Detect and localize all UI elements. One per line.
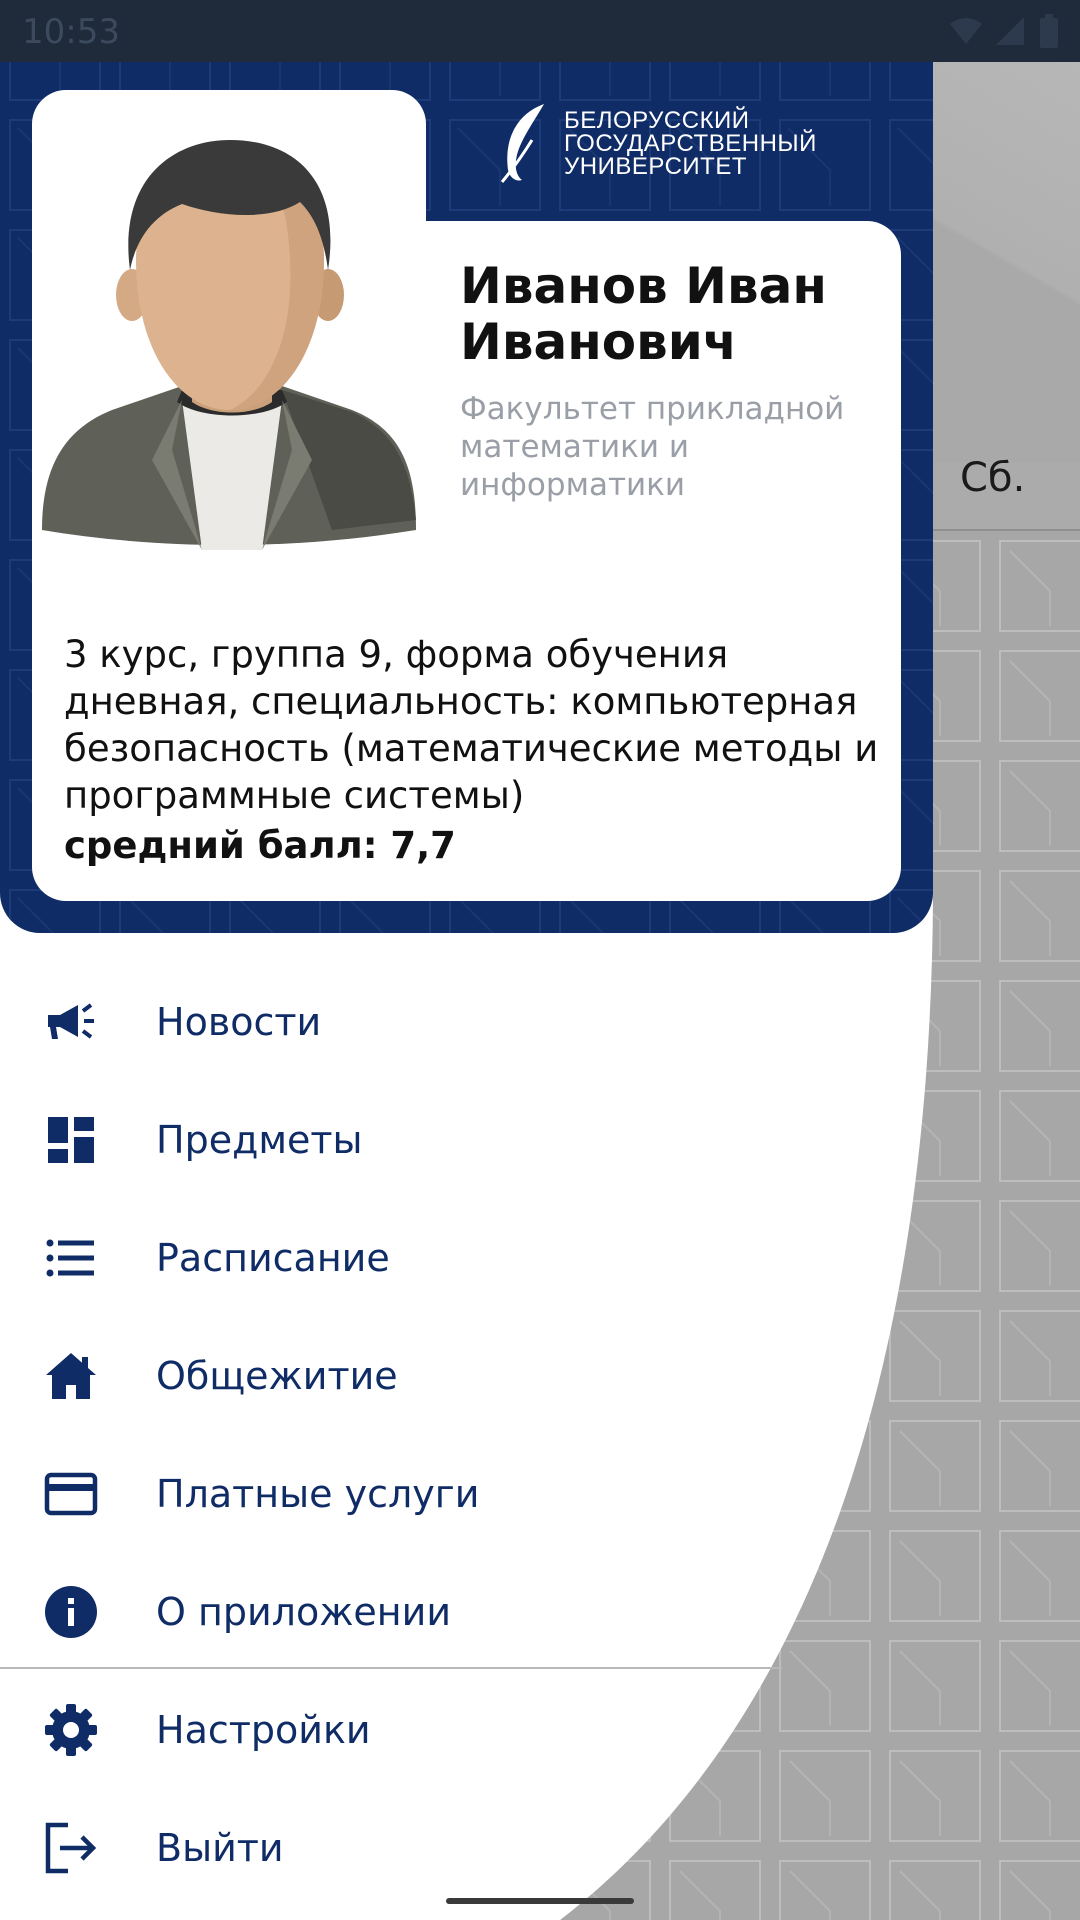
student-faculty: Факультет прикладной математики и информ… xyxy=(460,391,845,503)
menu-item-subjects[interactable]: Предметы xyxy=(0,1085,780,1195)
menu-label-about: О приложении xyxy=(156,1590,452,1634)
menu-item-paid-services[interactable]: Платные услуги xyxy=(0,1439,780,1549)
menu-item-schedule[interactable]: Расписание xyxy=(0,1203,780,1313)
wifi-icon xyxy=(950,18,982,44)
list-icon xyxy=(44,1231,98,1285)
student-details: 3 курс, группа 9, форма обучения дневная… xyxy=(64,633,879,817)
dashboard-icon xyxy=(44,1113,98,1167)
menu-item-logout[interactable]: Выйти xyxy=(0,1793,780,1903)
battery-icon xyxy=(1040,14,1058,48)
menu-label-paid-services: Платные услуги xyxy=(156,1472,480,1516)
info-icon xyxy=(44,1585,98,1639)
status-icons xyxy=(948,12,1060,50)
logo-line-1: БЕЛОРУССКИЙ xyxy=(564,106,750,134)
avatar-image xyxy=(42,140,416,550)
menu-divider xyxy=(0,1667,782,1669)
menu-label-schedule: Расписание xyxy=(156,1236,390,1280)
gesture-navigation-handle[interactable] xyxy=(446,1898,634,1904)
logout-icon xyxy=(44,1821,98,1875)
gear-icon xyxy=(44,1703,98,1757)
student-name: Иванов Иван Иванович xyxy=(460,257,827,371)
menu-item-settings[interactable]: Настройки xyxy=(0,1675,780,1785)
background-day-label: Сб. xyxy=(960,455,1026,501)
megaphone-icon xyxy=(44,995,98,1049)
menu-label-settings: Настройки xyxy=(156,1708,371,1752)
status-time: 10:53 xyxy=(22,12,120,52)
menu-item-about[interactable]: О приложении xyxy=(0,1557,780,1667)
signal-icon xyxy=(996,17,1024,45)
menu-label-dormitory: Общежитие xyxy=(156,1354,398,1398)
navigation-drawer: БЕЛОРУССКИЙ ГОСУДАРСТВЕННЫЙ УНИВЕРСИТЕТ xyxy=(0,0,935,1920)
university-logo: БЕЛОРУССКИЙ ГОСУДАРСТВЕННЫЙ УНИВЕРСИТЕТ xyxy=(496,100,836,186)
menu-label-subjects: Предметы xyxy=(156,1118,363,1162)
logo-line-3: УНИВЕРСИТЕТ xyxy=(564,152,747,180)
menu-label-news: Новости xyxy=(156,1000,322,1044)
drawer-header: БЕЛОРУССКИЙ ГОСУДАРСТВЕННЫЙ УНИВЕРСИТЕТ xyxy=(0,0,933,933)
menu-item-news[interactable]: Новости xyxy=(0,967,780,1077)
home-icon xyxy=(44,1349,98,1403)
status-bar: 10:53 xyxy=(0,0,1080,62)
avatar xyxy=(32,90,426,614)
menu-item-dormitory[interactable]: Общежитие xyxy=(0,1321,780,1431)
menu-label-logout: Выйти xyxy=(156,1826,284,1870)
student-gpa: средний балл: 7,7 xyxy=(64,824,456,867)
quill-logo-icon xyxy=(500,104,544,183)
credit-card-icon xyxy=(44,1467,98,1521)
logo-line-2: ГОСУДАРСТВЕННЫЙ xyxy=(564,129,817,157)
university-name: БЕЛОРУССКИЙ ГОСУДАРСТВЕННЫЙ УНИВЕРСИТЕТ xyxy=(564,106,817,180)
